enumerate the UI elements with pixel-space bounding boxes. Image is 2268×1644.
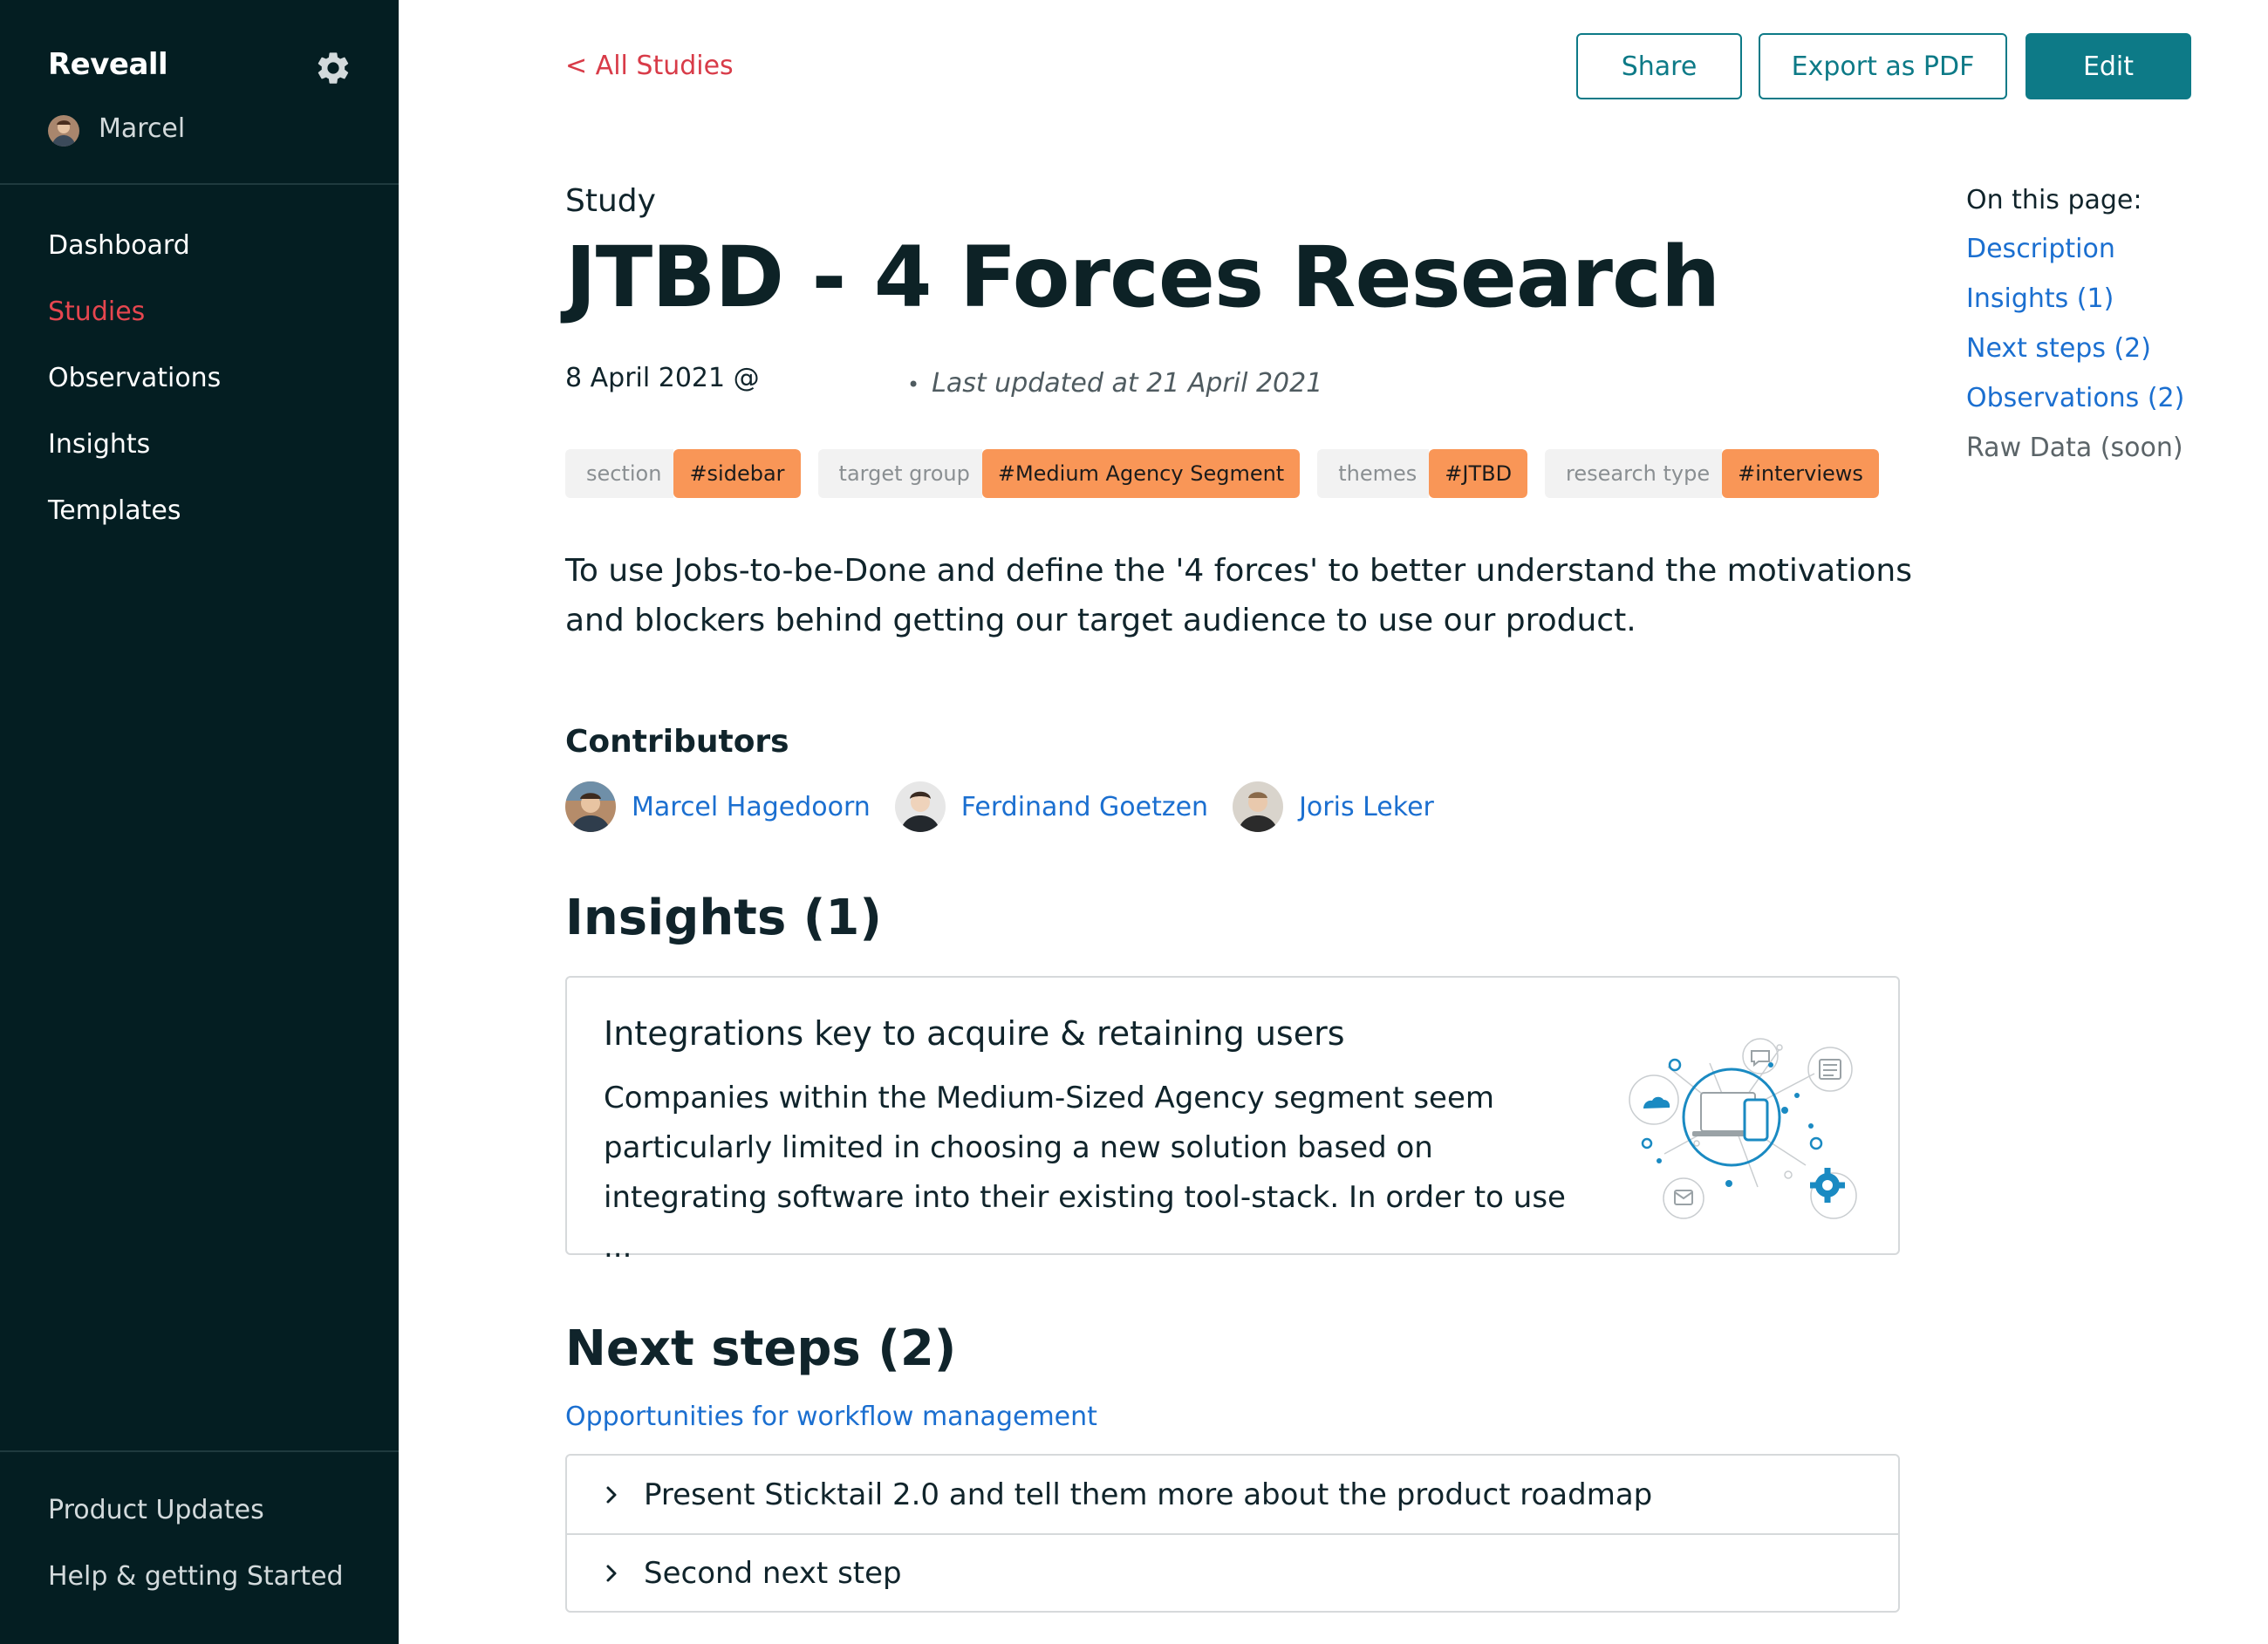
tag-value[interactable]: #JTBD	[1429, 449, 1528, 498]
contributor-item[interactable]: Ferdinand Goetzen	[894, 781, 1209, 832]
insight-summary: Companies within the Medium-Sized Agency…	[604, 1081, 1566, 1265]
gear-icon[interactable]	[314, 49, 352, 87]
sidebar-item-product-updates[interactable]: Product Updates	[48, 1493, 344, 1559]
contributor-avatar	[894, 781, 946, 832]
integration-network-illustration	[1629, 1038, 1857, 1219]
chevron-right-icon	[606, 1486, 617, 1503]
last-updated-text: Last updated at 21 April 2021	[932, 368, 1323, 399]
sidebar-footer: Product Updates Help & getting Started	[48, 1493, 344, 1626]
contributor-item[interactable]: Marcel Hagedoorn	[565, 781, 871, 832]
toc-item-next-steps[interactable]: Next steps (2)	[1966, 331, 2184, 381]
user-avatar	[48, 115, 79, 147]
contributor-name: Ferdinand Goetzen	[960, 791, 1209, 822]
tag-value[interactable]: #interviews	[1722, 449, 1879, 498]
next-step-label: Second next step	[644, 1555, 902, 1591]
study-kind-label: Study	[565, 183, 656, 219]
chevron-right-icon	[606, 1565, 617, 1581]
tag-value[interactable]: #Medium Agency Segment	[981, 449, 1301, 498]
contributor-avatar	[565, 781, 616, 832]
insight-card[interactable]: Integrations key to acquire & retaining …	[565, 976, 1900, 1265]
contributor-name: Joris Leker	[1299, 791, 1434, 822]
tag-list: section #sidebar target group #Medium Ag…	[565, 449, 1896, 498]
sidebar: Reveall Marcel Dashboard Studies Observa…	[0, 0, 399, 1644]
sidebar-divider-top	[0, 183, 399, 185]
sidebar-item-help[interactable]: Help & getting Started	[48, 1559, 344, 1626]
sidebar-divider-bottom	[0, 1450, 399, 1452]
sidebar-item-templates[interactable]: Templates	[48, 494, 221, 560]
sidebar-item-insights[interactable]: Insights	[48, 427, 221, 494]
tag-section: section #sidebar	[565, 449, 801, 498]
bullet-separator: •	[907, 372, 920, 397]
insights-heading: Insights (1)	[565, 890, 882, 946]
toc-item-description[interactable]: Description	[1966, 232, 2184, 282]
next-steps-list: Present Sticktail 2.0 and tell them more…	[565, 1454, 1900, 1613]
share-button[interactable]: Share	[1576, 33, 1742, 99]
back-to-all-studies-link[interactable]: < All Studies	[565, 51, 734, 81]
toc-item-raw-data: Raw Data (soon)	[1966, 433, 2183, 463]
page-title: JTBD - 4 Forces Research	[565, 229, 1720, 326]
sidebar-item-observations[interactable]: Observations	[48, 361, 221, 427]
study-date: 8 April 2021 @	[565, 363, 760, 393]
export-pdf-button[interactable]: Export as PDF	[1759, 33, 2007, 99]
sidebar-item-studies[interactable]: Studies	[48, 295, 221, 361]
user-name: Marcel	[99, 113, 186, 144]
brand-row: Reveall	[48, 47, 353, 91]
next-steps-heading: Next steps (2)	[565, 1320, 957, 1377]
toc-title: On this page:	[1966, 185, 2142, 215]
tag-key: target group	[817, 449, 982, 498]
contributor-avatar	[1233, 781, 1284, 832]
edit-button[interactable]: Edit	[2025, 33, 2191, 99]
opportunity-link[interactable]: Opportunities for workflow management	[565, 1402, 1097, 1432]
contributors-heading: Contributors	[565, 724, 789, 760]
contributor-item[interactable]: Joris Leker	[1233, 781, 1434, 832]
brand-logo[interactable]: Reveall	[48, 47, 168, 82]
toc-item-insights[interactable]: Insights (1)	[1966, 282, 2184, 331]
sidebar-item-dashboard[interactable]: Dashboard	[48, 229, 221, 295]
tag-research-type: research type #interviews	[1545, 449, 1879, 498]
contributor-name: Marcel Hagedoorn	[632, 791, 871, 822]
tag-key: section	[565, 449, 674, 498]
next-step-item[interactable]: Present Sticktail 2.0 and tell them more…	[567, 1456, 1898, 1533]
tag-value[interactable]: #sidebar	[673, 449, 801, 498]
next-step-item[interactable]: Second next step	[567, 1533, 1898, 1611]
study-description: To use Jobs-to-be-Done and define the '4…	[565, 553, 1912, 638]
contributors-list: Marcel Hagedoorn Ferdinand Goetzen Joris…	[565, 781, 1458, 832]
last-updated: • Last updated at 21 April 2021	[907, 368, 1322, 399]
insight-title: Integrations key to acquire & retaining …	[604, 1014, 1345, 1053]
tag-key: themes	[1317, 449, 1430, 498]
tag-key: research type	[1545, 449, 1723, 498]
on-this-page-toc: On this page: Description Insights (1) N…	[1966, 185, 2184, 481]
sidebar-nav: Dashboard Studies Observations Insights …	[48, 229, 221, 560]
next-step-label: Present Sticktail 2.0 and tell them more…	[644, 1477, 1653, 1512]
tag-target-group: target group #Medium Agency Segment	[817, 449, 1301, 498]
toc-item-observations[interactable]: Observations (2)	[1966, 381, 2184, 431]
tag-themes: themes #JTBD	[1317, 449, 1528, 498]
